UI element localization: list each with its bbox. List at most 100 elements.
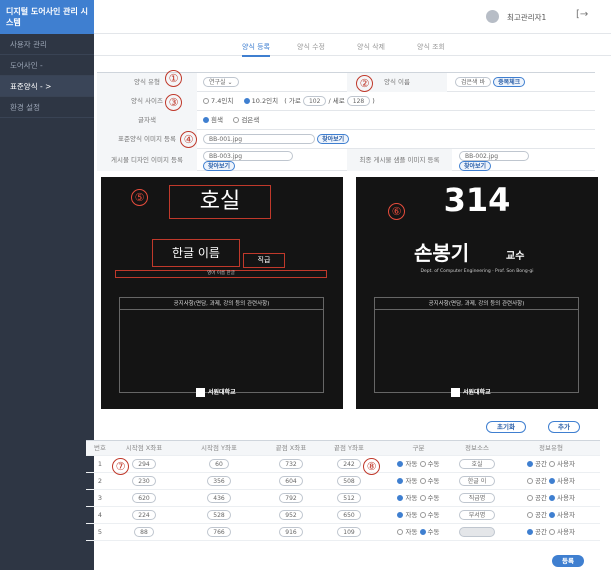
mode-manual-radio[interactable]: [419, 495, 426, 501]
start-x-input[interactable]: 88: [134, 527, 154, 537]
end-x-input[interactable]: 916: [279, 527, 303, 537]
start-x-input[interactable]: 620: [132, 493, 156, 503]
source-input[interactable]: 호실: [459, 459, 495, 469]
sample-notice-title: 공지사항(면담, 과제, 강의 등의 관련사항): [375, 298, 578, 310]
name-input[interactable]: 검은색 바: [455, 77, 491, 87]
mode-auto-radio[interactable]: [397, 512, 404, 518]
start-y-input[interactable]: 528: [207, 510, 231, 520]
type-space-radio[interactable]: [527, 478, 533, 484]
design-image-label: 게시물 디자인 이미지 등록: [97, 149, 197, 171]
notice-box: 공지사항(면담, 과제, 강의 등의 관련사항): [119, 297, 324, 393]
end-y-input[interactable]: 242: [337, 459, 361, 469]
mode-manual-radio[interactable]: [419, 478, 426, 484]
logout-icon[interactable]: [→: [576, 9, 588, 20]
mode-manual-label: 수동: [427, 494, 440, 502]
type-space-label: 공간: [535, 477, 547, 485]
start-y-input[interactable]: 60: [209, 459, 229, 469]
mode-auto-radio[interactable]: [397, 478, 404, 484]
type-space-radio[interactable]: [527, 529, 533, 535]
end-x-input[interactable]: 952: [279, 510, 303, 520]
type-space-radio[interactable]: [527, 495, 533, 501]
add-button[interactable]: 추가: [548, 421, 580, 433]
header-mode: 구분: [412, 444, 425, 452]
register-button[interactable]: 등록: [552, 555, 584, 567]
design-image-browse-button[interactable]: 찾아보기: [203, 161, 236, 171]
table-row: 2 230 356 604 508 자동 수동 한글 이 공간 사용자: [86, 473, 600, 490]
tab-register[interactable]: 양식 등록: [242, 42, 270, 57]
start-y-input[interactable]: 356: [207, 476, 231, 486]
end-y-input[interactable]: 109: [337, 527, 361, 537]
source-input[interactable]: [459, 527, 495, 537]
type-space-radio[interactable]: [527, 512, 533, 518]
color-label: 글자색: [97, 111, 197, 130]
start-y-input[interactable]: 436: [207, 493, 231, 503]
final-image-input[interactable]: BB-002.jpg: [459, 151, 529, 161]
color-white-radio[interactable]: [203, 117, 209, 123]
type-user-radio[interactable]: [549, 461, 556, 467]
type-user-label: 사용자: [557, 494, 575, 502]
tab-view[interactable]: 양식 조회: [417, 42, 445, 52]
type-space-radio[interactable]: [527, 461, 533, 467]
start-x-input[interactable]: 230: [132, 476, 156, 486]
size-paren-open: ( 가로: [284, 97, 301, 105]
tab-delete[interactable]: 양식 삭제: [357, 42, 385, 52]
type-user-radio[interactable]: [549, 512, 556, 518]
height-input[interactable]: 128: [346, 96, 371, 106]
std-image-browse-button[interactable]: 찾아보기: [317, 134, 350, 144]
size-102-radio[interactable]: [243, 98, 250, 104]
type-user-radio[interactable]: [549, 529, 556, 535]
header-start-x: 시작점 X좌표: [125, 444, 163, 452]
source-input[interactable]: 부서명: [459, 510, 495, 520]
sample-rank-text: 교수: [506, 251, 525, 262]
row-no: 4: [97, 511, 103, 519]
source-input[interactable]: 한글 이: [459, 476, 495, 486]
notice-title: 공지사항(면담, 과제, 강의 등의 관련사항): [120, 298, 323, 310]
name-field-box: 한글 이름: [152, 239, 240, 267]
mode-auto-radio[interactable]: [397, 495, 404, 501]
end-y-input[interactable]: 650: [337, 510, 361, 520]
duplicate-check-button[interactable]: 중복체크: [493, 77, 526, 87]
start-x-input[interactable]: 294: [132, 459, 156, 469]
reset-button[interactable]: 초기화: [486, 421, 526, 433]
end-x-input[interactable]: 792: [279, 493, 303, 503]
sidebar-item-settings[interactable]: 환경 설정: [0, 97, 94, 118]
mode-manual-label: 수동: [427, 511, 440, 519]
end-x-input[interactable]: 732: [279, 459, 303, 469]
end-x-input[interactable]: 604: [279, 476, 303, 486]
size-74-radio[interactable]: [203, 98, 209, 104]
width-input[interactable]: 102: [302, 96, 327, 106]
mode-auto-radio[interactable]: [397, 461, 404, 467]
sidebar-item-standard-form[interactable]: 표준양식 - >: [0, 76, 94, 97]
final-image-browse-button[interactable]: 찾아보기: [459, 161, 492, 171]
type-label: 양식 유형: [97, 73, 197, 92]
rank-field-text: 직급: [257, 256, 271, 264]
mode-manual-radio[interactable]: [419, 529, 426, 535]
start-x-input[interactable]: 224: [132, 510, 156, 520]
type-select[interactable]: 연구실 ⌄: [203, 77, 239, 87]
marker-7: ⑦: [112, 458, 129, 475]
size-label: 양식 사이즈: [97, 92, 197, 111]
sample-eng-text: Dept. of Computer Engineering · Prof. So…: [420, 269, 534, 274]
tab-edit[interactable]: 양식 수정: [297, 42, 325, 52]
table-row: 1 294 60 732 242 자동 수동 호실 공간 사용자: [86, 456, 600, 473]
start-y-input[interactable]: 766: [207, 527, 231, 537]
std-image-input[interactable]: BB-001.jpg: [203, 134, 315, 144]
type-user-radio[interactable]: [549, 478, 556, 484]
color-black-radio[interactable]: [233, 117, 240, 123]
mode-auto-radio[interactable]: [397, 529, 404, 535]
design-image-input[interactable]: BB-003.jpg: [203, 151, 293, 161]
university-logo: 서원대학교: [196, 387, 236, 397]
mode-manual-radio[interactable]: [419, 461, 426, 467]
final-image-label: 최종 게시물 샘플 이미지 등록: [347, 149, 452, 171]
sidebar: 디지털 도어사인 관리 시스템 사용자 관리 도어사인 - 표준양식 - > 환…: [0, 0, 94, 570]
source-input[interactable]: 직급명: [459, 493, 495, 503]
type-user-radio[interactable]: [549, 495, 556, 501]
end-y-input[interactable]: 512: [337, 493, 361, 503]
sidebar-item-doorsign[interactable]: 도어사인 -: [0, 55, 94, 76]
table-row: 5 88 766 916 109 자동 수동 공간 사용자: [86, 524, 600, 541]
mode-manual-radio[interactable]: [419, 512, 426, 518]
rank-field-box: 직급: [243, 253, 285, 268]
sample-name-text: 손봉기: [414, 241, 470, 265]
end-y-input[interactable]: 508: [337, 476, 361, 486]
sidebar-item-user-management[interactable]: 사용자 관리: [0, 34, 94, 55]
